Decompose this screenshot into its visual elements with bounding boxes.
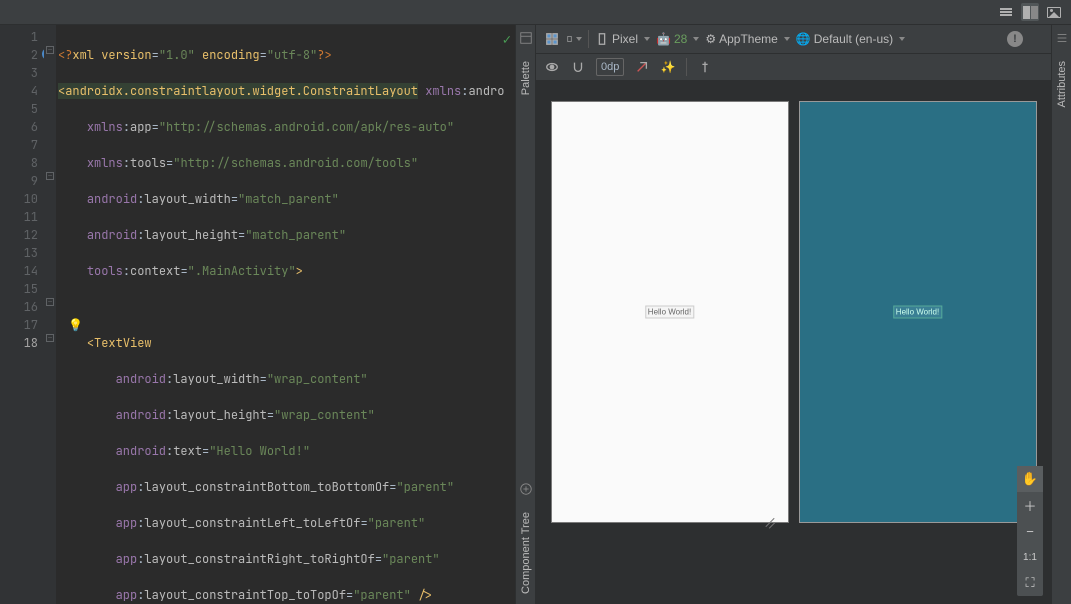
line-number: 17 (24, 317, 38, 333)
line-number: 12 (24, 227, 38, 243)
zoom-controls: ✋ ＋ − 1:1 ⛶ (1017, 466, 1043, 596)
line-number: 4 (31, 83, 38, 99)
view-options-icon[interactable] (544, 59, 560, 75)
zoom-in-icon[interactable]: ＋ (1017, 492, 1043, 518)
design-view-icon[interactable] (1045, 3, 1063, 21)
api-label: 28 (674, 32, 687, 46)
line-number: 18 (24, 335, 38, 351)
palette-collapse-icon[interactable] (519, 31, 533, 45)
design-tools-toolbar: 0dp ✨ (536, 54, 1051, 81)
zoom-out-icon[interactable]: − (1017, 518, 1043, 544)
component-tree-tab[interactable]: Component Tree (520, 512, 532, 594)
fold-toggle[interactable]: − (46, 46, 54, 54)
design-preview-light[interactable]: Hello World! (551, 101, 789, 523)
fold-toggle[interactable]: − (46, 334, 54, 342)
default-margin[interactable]: 0dp (596, 58, 624, 76)
line-number: 8 (31, 155, 38, 171)
analysis-ok-icon[interactable]: ✓ (503, 31, 511, 49)
warnings-badge[interactable]: ! (1007, 31, 1023, 47)
device-selector[interactable]: Pixel (595, 32, 650, 46)
clear-constraints-icon[interactable] (634, 59, 650, 75)
line-number: 6 (31, 119, 38, 135)
line-number: 9 (31, 173, 38, 189)
zoom-fit-icon[interactable]: ⛶ (1017, 570, 1043, 596)
line-number: 3 (31, 65, 38, 81)
design-config-toolbar: Pixel 🤖28 ⚙AppTheme 🌐Default (en-us) ! (536, 25, 1051, 54)
fold-column: − − − − (44, 25, 56, 604)
line-number: 1 (31, 29, 38, 45)
hello-textview[interactable]: Hello World! (645, 306, 694, 319)
guidelines-icon[interactable] (697, 59, 713, 75)
code-editor[interactable]: 1 2c 3 4 5 6 7 8 9 10 11 12 13 14 15 16 … (0, 25, 516, 604)
line-number: 16 (24, 299, 38, 315)
line-number: 13 (24, 245, 38, 261)
line-number: 14 (24, 263, 38, 279)
attributes-tab[interactable]: Attributes (1056, 61, 1068, 107)
line-number: 5 (31, 101, 38, 117)
design-canvas[interactable]: Hello World! Hello World! ✋ ＋ − 1:1 ⛶ (536, 81, 1051, 604)
margin-value: 0dp (601, 61, 619, 73)
editor-tabs-toolbar (0, 0, 1071, 25)
split-view-icon[interactable] (1021, 3, 1039, 21)
design-preview-blueprint[interactable]: Hello World! (799, 101, 1037, 523)
line-number: 10 (24, 191, 38, 207)
zoom-1to1[interactable]: 1:1 (1017, 544, 1043, 570)
infer-constraints-icon[interactable]: ✨ (660, 59, 676, 75)
locale-label: Default (en-us) (814, 32, 893, 46)
component-tree-collapse-icon[interactable] (519, 482, 533, 496)
line-number: 11 (24, 209, 38, 225)
design-surface: Palette Component Tree Pixel 🤖28 ⚙AppThe… (516, 25, 1071, 604)
line-number: 15 (24, 281, 38, 297)
device-label: Pixel (612, 32, 638, 46)
resize-handle-icon[interactable] (764, 516, 778, 530)
line-number: 2 (31, 47, 38, 63)
theme-label: AppTheme (719, 32, 778, 46)
palette-tab[interactable]: Palette (520, 61, 532, 95)
locale-selector[interactable]: 🌐Default (en-us) (796, 32, 905, 46)
magnet-icon[interactable] (570, 59, 586, 75)
api-selector[interactable]: 🤖28 (656, 32, 699, 46)
orientation-icon[interactable] (566, 31, 582, 47)
fold-toggle[interactable]: − (46, 298, 54, 306)
palette-rail: Palette Component Tree (516, 25, 536, 604)
attributes-rail: Attributes (1051, 25, 1071, 604)
fold-toggle[interactable]: − (46, 172, 54, 180)
hello-textview-blueprint[interactable]: Hello World! (893, 306, 942, 319)
attributes-collapse-icon[interactable] (1055, 31, 1069, 45)
gutter: 1 2c 3 4 5 6 7 8 9 10 11 12 13 14 15 16 … (0, 25, 44, 604)
theme-selector[interactable]: ⚙AppTheme (705, 32, 789, 46)
code-view-icon[interactable] (997, 3, 1015, 21)
intention-bulb-icon[interactable]: 💡 (68, 316, 83, 334)
surface-select-icon[interactable] (544, 31, 560, 47)
code-area[interactable]: <?xml version="1.0" encoding="utf-8"?> <… (56, 25, 515, 604)
line-number: 7 (31, 137, 38, 153)
pan-icon[interactable]: ✋ (1017, 466, 1043, 492)
